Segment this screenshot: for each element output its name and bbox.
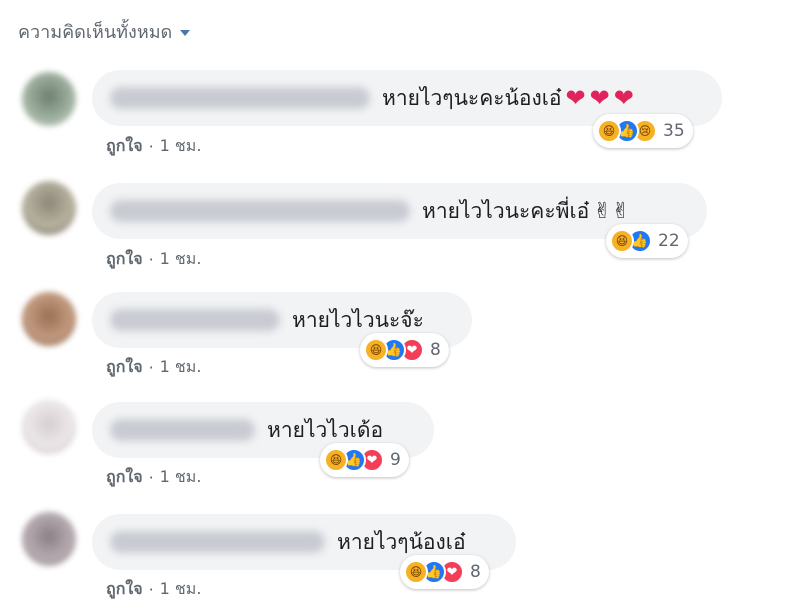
reactions-summary[interactable]: 😆 👍 ❤ 9 (320, 443, 409, 477)
commenter-name[interactable] (110, 309, 280, 331)
comment-text: หายไวไวนะคะพี่เอ๋ (422, 198, 590, 223)
reaction-count: 22 (658, 231, 680, 251)
separator: · (148, 250, 154, 269)
timestamp[interactable]: 1 ชม. (160, 355, 202, 380)
timestamp[interactable]: 1 ชม. (160, 465, 202, 490)
heart-icon: ❤ (589, 84, 610, 112)
timestamp[interactable]: 1 ชม. (160, 577, 202, 602)
comment-actions: ถูกใจ · 1 ชม. (106, 247, 201, 272)
haha-reaction-icon: 😆 (610, 229, 634, 253)
reaction-count: 35 (663, 121, 685, 141)
comment-text: หายไวๆนะคะน้องเอ๋ (382, 85, 562, 110)
comment-actions: ถูกใจ · 1 ชม. (106, 577, 201, 602)
comment-text: หายไวไวนะจ๊ะ (292, 307, 424, 332)
commenter-name[interactable] (110, 531, 325, 553)
haha-reaction-icon: 😆 (404, 560, 428, 584)
comments-filter-label: ความคิดเห็นทั้งหมด (18, 22, 173, 43)
comment-item: หายไวไวนะจ๊ะ 😆 👍 ❤ 8 ถูกใจ · 1 ชม. (0, 288, 800, 388)
comment-item: หายไวๆนะคะน้องเอ๋ ❤ ❤ ❤ 😆 👍 😢 35 ถูกใจ ·… (0, 64, 800, 164)
separator: · (148, 137, 154, 156)
haha-reaction-icon: 😆 (597, 119, 621, 143)
comment-text: หายไวไวเด้อ (267, 417, 384, 442)
reactions-summary[interactable]: 😆 👍 ❤ 8 (400, 555, 489, 589)
comment-text: หายไวๆน้องเอ๋ (337, 529, 466, 554)
like-link[interactable]: ถูกใจ (106, 577, 143, 602)
avatar[interactable] (22, 400, 76, 454)
avatar[interactable] (22, 292, 76, 346)
comments-filter-dropdown[interactable]: ความคิดเห็นทั้งหมด (18, 17, 191, 46)
separator: · (148, 358, 154, 377)
avatar[interactable] (22, 181, 76, 235)
haha-reaction-icon: 😆 (324, 448, 348, 472)
comment-item: หายไวไวเด้อ 😆 👍 ❤ 9 ถูกใจ · 1 ชม. (0, 398, 800, 498)
reaction-count: 9 (390, 450, 401, 470)
heart-icon: ❤ (565, 84, 586, 112)
commenter-name[interactable] (110, 87, 370, 109)
victory-hand-icon: ✌✌ (593, 198, 631, 224)
comment-actions: ถูกใจ · 1 ชม. (106, 134, 201, 159)
reaction-count: 8 (470, 562, 481, 582)
timestamp[interactable]: 1 ชม. (160, 134, 202, 159)
avatar[interactable] (22, 72, 76, 126)
comment-actions: ถูกใจ · 1 ชม. (106, 465, 201, 490)
comment-item: หายไวๆน้องเอ๋ 😆 👍 ❤ 8 ถูกใจ · 1 ชม. (0, 508, 800, 608)
reactions-summary[interactable]: 😆 👍 22 (606, 224, 688, 258)
separator: · (148, 580, 154, 599)
like-link[interactable]: ถูกใจ (106, 355, 143, 380)
comment-actions: ถูกใจ · 1 ชม. (106, 355, 201, 380)
timestamp[interactable]: 1 ชม. (160, 247, 202, 272)
avatar[interactable] (22, 512, 76, 566)
comment-item: หายไวไวนะคะพี่เอ๋ ✌✌ 😆 👍 22 ถูกใจ · 1 ชม… (0, 177, 800, 277)
heart-icon: ❤ (613, 84, 634, 112)
reaction-count: 8 (430, 340, 441, 360)
caret-down-icon (180, 29, 191, 36)
commenter-name[interactable] (110, 419, 255, 441)
heart-emojis: ❤ ❤ ❤ (566, 86, 634, 110)
separator: · (148, 468, 154, 487)
reactions-summary[interactable]: 😆 👍 ❤ 8 (360, 333, 449, 367)
like-link[interactable]: ถูกใจ (106, 465, 143, 490)
like-link[interactable]: ถูกใจ (106, 134, 143, 159)
like-link[interactable]: ถูกใจ (106, 247, 143, 272)
commenter-name[interactable] (110, 200, 410, 222)
haha-reaction-icon: 😆 (364, 338, 388, 362)
reactions-summary[interactable]: 😆 👍 😢 35 (593, 114, 693, 148)
